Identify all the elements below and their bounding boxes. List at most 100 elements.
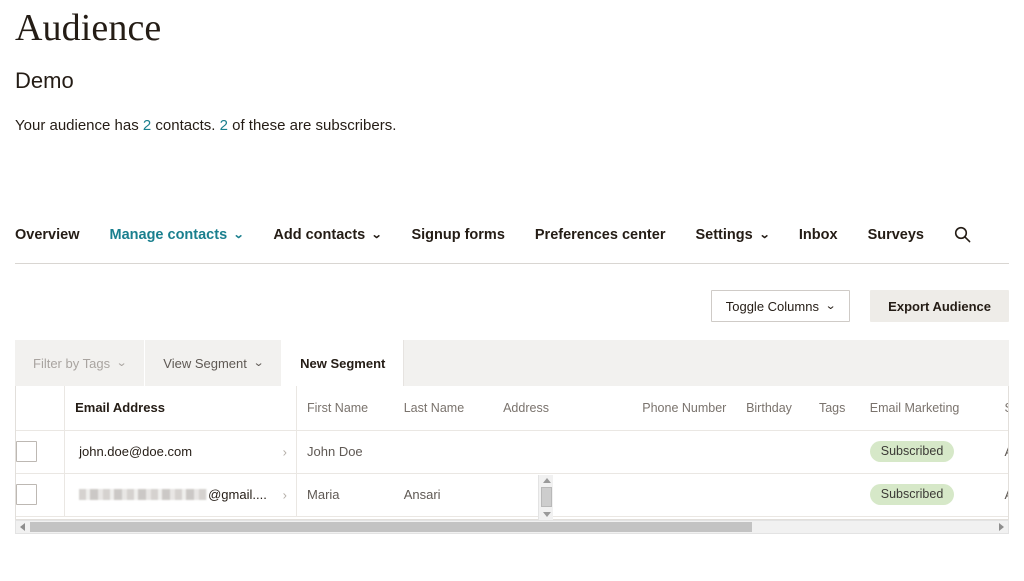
contacts-table: Email Address First Name Last Name Addre… — [16, 386, 1008, 517]
audience-page: Audience Demo Your audience has 2 contac… — [0, 0, 1024, 581]
cell-tags — [808, 473, 860, 517]
column-header-source[interactable]: Source — [994, 386, 1008, 431]
cell-email-address: john.doe@doe.com › — [64, 430, 298, 474]
nav-label-surveys: Surveys — [867, 227, 924, 243]
nav-item-manage-contacts[interactable]: Manage contacts ⌄ — [109, 227, 245, 243]
chevron-down-icon: ⌄ — [758, 228, 771, 241]
column-header-last-name[interactable]: Last Name — [393, 386, 494, 431]
view-segment-dropdown[interactable]: View Segment ⌄ — [145, 340, 283, 386]
view-segment-label: View Segment — [163, 355, 247, 371]
status-badge: Subscribed — [869, 440, 955, 463]
nav-item-overview[interactable]: Overview — [15, 228, 80, 243]
chevron-down-icon: ⌄ — [824, 299, 837, 312]
cell-birthday — [736, 430, 809, 474]
cell-birthday — [736, 473, 809, 517]
table-toolbar: Toggle Columns ⌄ Export Audience — [710, 290, 1009, 322]
filter-by-tags-dropdown[interactable]: Filter by Tags ⌄ — [15, 340, 146, 386]
column-header-tags[interactable]: Tags — [808, 386, 860, 431]
chevron-down-icon: ⌄ — [252, 356, 265, 369]
export-audience-button[interactable]: Export Audience — [870, 290, 1009, 322]
triangle-left-icon — [20, 523, 25, 531]
column-header-first-name[interactable]: First Name — [296, 386, 394, 431]
cell-phone-number — [632, 473, 737, 517]
subscribers-count: 2 — [219, 117, 228, 135]
cell-tags — [808, 430, 860, 474]
cell-address — [493, 473, 633, 517]
contacts-table-container: Email Address First Name Last Name Addre… — [15, 386, 1009, 520]
chevron-down-icon: ⌄ — [371, 228, 383, 241]
email-address-link[interactable]: @gmail.... — [208, 487, 267, 502]
toggle-columns-label: Toggle Columns — [725, 298, 819, 314]
new-segment-label: New Segment — [300, 355, 386, 371]
horizontal-scrollbar[interactable] — [15, 520, 1009, 534]
segment-bar: Filter by Tags ⌄ View Segment ⌄ New Segm… — [15, 340, 1009, 386]
nav-item-add-contacts[interactable]: Add contacts ⌄ — [273, 227, 383, 243]
export-audience-label: Export Audience — [888, 298, 991, 314]
audience-summary: Your audience has 2 contacts. 2 of these… — [0, 94, 1024, 136]
status-badge: Subscribed — [869, 483, 955, 506]
chevron-right-icon[interactable]: › — [283, 488, 287, 501]
contacts-count: 2 — [142, 117, 152, 135]
audience-nav: Overview Manage contacts ⌄ Add contacts … — [15, 226, 1009, 258]
triangle-right-icon — [999, 523, 1004, 531]
summary-suffix: of these are subscribers. — [227, 117, 397, 135]
row-select-cell — [16, 430, 66, 474]
triangle-up-icon — [542, 478, 551, 483]
chevron-down-icon: ⌄ — [233, 228, 245, 241]
scroll-left-button[interactable] — [16, 521, 29, 533]
table-row: @gmail.... › Maria Ansari Subscribed Adm… — [16, 473, 1008, 517]
cell-last-name: Ansari — [393, 473, 494, 517]
search-button[interactable] — [954, 226, 971, 243]
cell-source: Admin Add — [994, 473, 1008, 517]
chevron-right-icon[interactable]: › — [283, 445, 287, 458]
audience-name: Demo — [15, 67, 74, 93]
redacted-email-overlay — [79, 489, 208, 500]
new-segment-tab[interactable]: New Segment — [282, 340, 405, 386]
summary-middle: contacts. — [151, 117, 220, 135]
nav-item-preferences-center[interactable]: Preferences center — [535, 228, 666, 243]
cell-email-marketing: Subscribed — [859, 473, 995, 517]
nav-item-surveys[interactable]: Surveys — [868, 228, 924, 243]
contacts-table-body: john.doe@doe.com › John Doe Subscribed A… — [16, 430, 1008, 517]
nav-label-inbox: Inbox — [798, 227, 838, 243]
column-header-email-address[interactable]: Email Address — [64, 386, 298, 431]
search-icon — [954, 226, 971, 243]
page-title: Audience — [15, 7, 162, 49]
cell-email-marketing: Subscribed — [859, 430, 995, 474]
nav-item-settings[interactable]: Settings ⌄ — [695, 227, 771, 243]
chevron-down-icon: ⌄ — [115, 356, 128, 369]
nav-item-inbox[interactable]: Inbox — [799, 228, 838, 243]
vertical-scrollbar-thumb[interactable] — [541, 487, 552, 507]
toggle-columns-button[interactable]: Toggle Columns ⌄ — [710, 290, 851, 322]
scroll-up-button[interactable] — [539, 475, 554, 486]
cell-email-address: @gmail.... › — [64, 473, 298, 517]
scroll-down-button[interactable] — [539, 509, 554, 520]
nav-label-signup-forms: Signup forms — [411, 227, 505, 243]
row-select-cell — [16, 473, 66, 517]
summary-prefix: Your audience has — [15, 117, 143, 135]
email-address-link[interactable]: john.doe@doe.com — [79, 444, 192, 459]
table-header-row: Email Address First Name Last Name Addre… — [16, 386, 1008, 431]
nav-label-settings: Settings — [695, 227, 753, 243]
column-header-address[interactable]: Address — [493, 386, 633, 431]
cell-first-name: Maria — [296, 473, 394, 517]
triangle-down-icon — [542, 512, 551, 517]
nav-label-preferences-center: Preferences center — [534, 227, 666, 243]
nav-label-add-contacts: Add contacts — [273, 227, 366, 243]
nav-label-manage-contacts: Manage contacts — [109, 227, 228, 243]
cell-source: Admin Add — [994, 430, 1008, 474]
nav-label-overview: Overview — [15, 227, 80, 243]
vertical-scrollbar[interactable] — [538, 475, 553, 520]
horizontal-scrollbar-thumb[interactable] — [30, 522, 752, 532]
row-checkbox[interactable] — [16, 441, 37, 462]
column-header-email-marketing[interactable]: Email Marketing — [859, 386, 995, 431]
nav-item-signup-forms[interactable]: Signup forms — [411, 228, 504, 243]
table-row: john.doe@doe.com › John Doe Subscribed A… — [16, 430, 1008, 474]
column-header-birthday[interactable]: Birthday — [736, 386, 809, 431]
nav-divider — [15, 263, 1009, 264]
scroll-right-button[interactable] — [995, 521, 1008, 533]
filter-by-tags-label: Filter by Tags — [33, 355, 111, 371]
column-header-phone-number[interactable]: Phone Number — [632, 386, 737, 431]
cell-phone-number — [632, 430, 737, 474]
row-checkbox[interactable] — [16, 484, 37, 505]
